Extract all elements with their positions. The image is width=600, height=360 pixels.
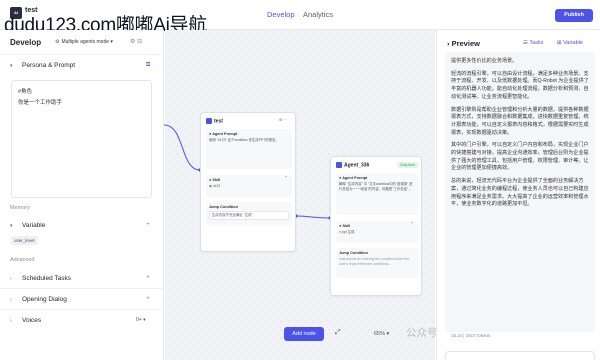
jump-condition-placeholder[interactable]: Instructions for entering the condition … bbox=[339, 257, 415, 266]
jump-condition-box[interactable]: Jump Condition 生成内容不完全满足 "生成" bbox=[206, 202, 292, 226]
skill-title: ● Skill bbox=[209, 178, 221, 182]
add-skill-icon[interactable]: + bbox=[411, 221, 413, 225]
bot-message: 提供更多性价比的业务场景。 轻流的流程引擎，可以自由设计流程，满足多种业务场景。… bbox=[445, 52, 595, 332]
prompt-body: 使用 "n123" 这个workflow 来生成PPT的报告。 bbox=[209, 138, 279, 142]
agent-prompt-box[interactable]: ● Agent Prompt 解释 "生成内容" 中 "文字workflow中的… bbox=[336, 173, 418, 215]
preview-header[interactable]: › Preview bbox=[447, 39, 480, 48]
node-title: Agent_336 bbox=[336, 162, 369, 168]
plugin-icon: ■ bbox=[339, 230, 342, 234]
variable-icon: ⊞ bbox=[557, 40, 562, 46]
agent-node-336[interactable]: Agent_336 Only time ● Agent Prompt 解释 "生… bbox=[330, 156, 422, 296]
skill-box[interactable]: ● Skill ◆ n123 bbox=[206, 175, 292, 197]
add-node-button[interactable]: Add node bbox=[284, 327, 324, 341]
agent-icon bbox=[336, 162, 342, 168]
prompt-title: ● Agent Prompt bbox=[209, 132, 238, 136]
message-paragraph: 其中的门户引擎，可以自定义门户内容和布局，实现企业门户的快捷搭建与对接，提高企业… bbox=[451, 142, 589, 172]
variable-button[interactable]: ⊞ Variable bbox=[557, 40, 583, 46]
more-icon[interactable]: ⚙ ⋯ bbox=[279, 118, 287, 122]
preview-panel: › Preview ☰ Tasks ⊞ Variable 提供更多性价比的业务场… bbox=[436, 30, 600, 360]
add-skill-icon[interactable]: + bbox=[285, 175, 287, 179]
zoom-level[interactable]: 65% ▾ bbox=[374, 331, 389, 337]
tasks-icon: ☰ bbox=[523, 40, 528, 46]
agent-node-test[interactable]: test ⚙ ⋯ ● Agent Prompt 使用 "n123" 这个work… bbox=[200, 112, 296, 252]
chevron-right-icon: › bbox=[447, 39, 450, 48]
skill-title: ● Skill bbox=[339, 224, 351, 228]
prompt-body: 解释 "生成内容" 中 "文字workflow中的 回调用" 进行总结为一"一段… bbox=[339, 182, 413, 191]
node-title: test bbox=[206, 118, 223, 124]
message-paragraph: 轻流的流程引擎，可以自由设计流程，满足多种业务场景。支持于流程、开发、以及低数据… bbox=[451, 70, 589, 100]
skill-item: ◆ n123 bbox=[209, 184, 221, 188]
agent-prompt-box[interactable]: ● Agent Prompt 使用 "n123" 这个workflow 来生成P… bbox=[206, 129, 292, 169]
status-badge: Only time bbox=[397, 162, 419, 168]
skill-box[interactable]: ● Skill ■ ppt 生成 bbox=[336, 221, 418, 243]
message-paragraph: 总的来说，轻流无代码平台为企业提供了全面的业务解决方案，通过简化业务的编程过程，… bbox=[451, 178, 589, 208]
jump-condition-box[interactable]: Jump Condition Instructions for entering… bbox=[336, 248, 418, 278]
tasks-button[interactable]: ☰ Tasks bbox=[523, 40, 543, 46]
prompt-title: ● Agent Prompt bbox=[339, 176, 368, 180]
message-paragraph: 数据引擎则是帮助企业管理和分析大量的数据，提供各种数据报表方式，支持数据融合和数… bbox=[451, 106, 589, 136]
fit-view-icon[interactable]: ⤢ bbox=[335, 329, 341, 337]
message-meta: 15.2s | 1617 tokens bbox=[451, 333, 491, 338]
jump-title: Jump Condition bbox=[209, 205, 238, 209]
jump-condition-input[interactable]: 生成内容不完全满足 "生成" bbox=[209, 211, 289, 220]
skill-item: ■ ppt 生成 bbox=[339, 230, 355, 234]
agent-icon bbox=[206, 118, 212, 124]
jump-title: Jump Condition bbox=[339, 251, 368, 255]
workflow-icon: ◆ bbox=[209, 184, 212, 188]
message-paragraph: 提供更多性价比的业务场景。 bbox=[451, 58, 518, 64]
chat-input[interactable] bbox=[445, 351, 595, 360]
